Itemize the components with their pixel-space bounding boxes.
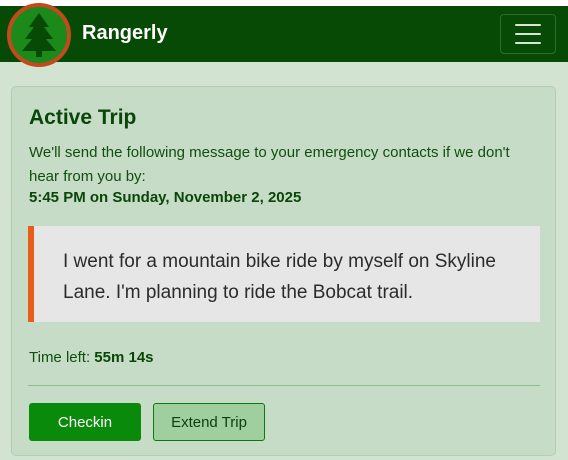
logo[interactable] <box>7 3 71 67</box>
divider <box>28 385 540 386</box>
extend-trip-button[interactable]: Extend Trip <box>153 403 265 441</box>
time-left: Time left: 55m 14s <box>29 349 154 366</box>
hamburger-menu-icon-bar <box>515 33 541 35</box>
emergency-message: I went for a mountain bike ride by mysel… <box>28 226 540 322</box>
hamburger-menu-icon <box>515 24 541 26</box>
intro-text: We'll send the following message to your… <box>29 144 510 185</box>
menu-toggle-button[interactable] <box>500 14 556 54</box>
checkin-button[interactable]: Checkin <box>29 403 141 441</box>
pine-tree-icon <box>22 13 56 57</box>
time-left-value: 55m 14s <box>94 349 154 366</box>
emergency-message-text: I went for a mountain bike ride by mysel… <box>63 251 496 303</box>
hamburger-menu-icon-bar <box>515 42 541 44</box>
time-left-label: Time left: <box>29 349 95 366</box>
navbar: Rangerly <box>0 3 568 67</box>
card-title: Active Trip <box>29 106 137 129</box>
deadline-text: 5:45 PM on Sunday, November 2, 2025 <box>29 189 302 206</box>
brand-name[interactable]: Rangerly <box>82 22 168 45</box>
active-trip-card: Active Trip We'll send the following mes… <box>11 86 556 456</box>
